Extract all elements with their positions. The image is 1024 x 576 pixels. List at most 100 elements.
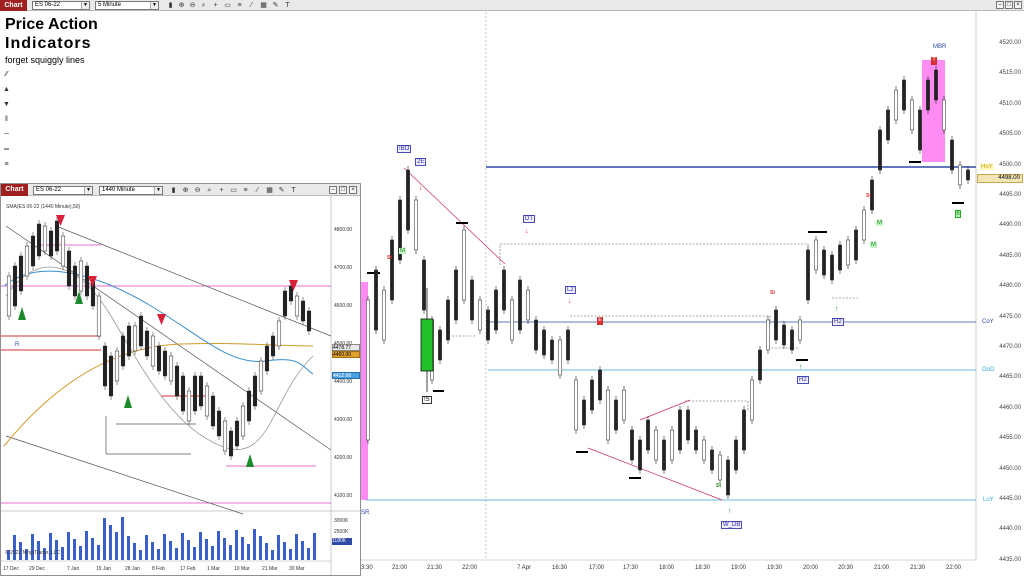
- candle-body: [534, 319, 538, 351]
- time-tick-label: 21:30: [427, 565, 443, 571]
- price-tick-label: 4455.00: [999, 435, 1021, 442]
- template-icon[interactable]: ▦: [265, 186, 274, 195]
- zoom-out-icon[interactable]: ⊖: [193, 186, 202, 195]
- volume-bar: [163, 534, 166, 560]
- inset-candle-body: [48, 230, 54, 257]
- volume-bar: [259, 536, 262, 560]
- close-icon[interactable]: ×: [349, 186, 357, 194]
- maximize-icon[interactable]: □: [339, 186, 347, 194]
- volume-bar: [139, 550, 142, 560]
- volume-bar: [247, 544, 250, 560]
- inset-candle-body: [54, 220, 60, 252]
- inset-time-tick-label: 1 Mar: [207, 566, 220, 572]
- time-tick-label: 20:30: [838, 565, 854, 571]
- time-tick-label: 19:30: [767, 565, 783, 571]
- candle-body: [942, 99, 946, 131]
- inset-candle-body: [6, 275, 12, 317]
- candle-body: [526, 289, 530, 321]
- inset-candle-body: [282, 290, 288, 317]
- ood-label: OoD: [982, 367, 995, 373]
- candle-body: [934, 69, 938, 101]
- candle-body: [886, 109, 890, 141]
- candle-body: [782, 324, 786, 346]
- text-icon[interactable]: T: [289, 186, 298, 195]
- candle-body: [862, 209, 866, 241]
- price-tick-label: 4485.00: [999, 252, 1021, 259]
- annotation-st-2: St: [770, 290, 775, 296]
- candle-body: [518, 279, 522, 331]
- drawing-icon[interactable]: ⁄: [253, 186, 262, 195]
- annotation-w-db: W_DB: [721, 521, 743, 529]
- candle-body: [502, 269, 506, 311]
- inset-candle-body: [288, 285, 294, 302]
- overlay-title-line2: Indicators: [5, 35, 92, 52]
- properties-icon[interactable]: ≡: [241, 186, 250, 195]
- copyright: © 2022 NinjaTrader, LLC: [5, 550, 61, 556]
- bar-chart-icon[interactable]: ▮: [169, 186, 178, 195]
- volume-bar: [277, 535, 280, 560]
- page-icon[interactable]: ▭: [229, 186, 238, 195]
- inset-candle-body: [78, 260, 84, 292]
- inset-candle-body: [156, 345, 162, 372]
- inset-instrument-selector[interactable]: ES 06-22 ▼: [33, 186, 93, 195]
- inset-candle-body: [126, 325, 132, 357]
- chevron-down-icon: ▼: [154, 187, 162, 194]
- candle-body: [558, 339, 562, 376]
- candle-body: [878, 129, 882, 171]
- candle-body: [438, 329, 442, 361]
- annotation-st-4: St: [716, 483, 721, 489]
- arrow-up-icon: ↑: [728, 508, 732, 515]
- candle-body: [718, 454, 722, 481]
- candle-body: [758, 349, 762, 381]
- inset-chart-tab[interactable]: Chart: [1, 184, 28, 196]
- minimize-icon[interactable]: –: [329, 186, 337, 194]
- inset-candle-body: [30, 235, 36, 267]
- candle-body: [966, 169, 970, 181]
- inset-sma-label: SMA(ES 06-22 (1440 Minute),50): [6, 204, 81, 210]
- volume-bar: [199, 532, 202, 560]
- candle-body: [462, 229, 466, 301]
- volume-bar: [271, 550, 274, 560]
- price-tick-label: 4435.00: [999, 556, 1021, 563]
- volume-bar: [73, 539, 76, 560]
- annotation-2e: 2E: [415, 158, 427, 166]
- candle-body: [806, 249, 810, 301]
- candle-body: [918, 109, 922, 151]
- inset-instrument-value: ES 06-22: [36, 187, 62, 193]
- inset-timeframe-selector[interactable]: 1440 Minute ▼: [99, 186, 163, 195]
- inset-candle-body: [66, 250, 72, 287]
- volume-bar: [151, 542, 154, 560]
- time-tick-label: 18:30: [695, 565, 711, 571]
- volume-bar: [187, 540, 190, 560]
- candle-body: [422, 259, 426, 311]
- big-bull-candle: [420, 318, 434, 372]
- vol-tick-3000k: 3000K: [334, 518, 349, 524]
- volume-bar: [157, 549, 160, 560]
- vol-tag: 1180K: [332, 538, 352, 545]
- volume-bar: [121, 517, 124, 560]
- inset-candle-body: [36, 223, 42, 257]
- candle-series: [366, 66, 970, 499]
- candle-body: [446, 299, 450, 341]
- candle-body: [702, 439, 706, 461]
- inset-time-tick-label: 8 Feb: [152, 566, 165, 572]
- arrow-down-icon: ↓: [568, 298, 572, 305]
- add-icon[interactable]: +: [217, 186, 226, 195]
- inset-candle-body: [102, 345, 108, 387]
- inset-chart-window[interactable]: Chart ES 06-22 ▼ 1440 Minute ▼ ▮ ⊕ ⊖ ⌕ +…: [0, 183, 361, 576]
- volume-bar: [301, 541, 304, 560]
- candle-body: [910, 99, 914, 131]
- annotation-h2: H2: [832, 318, 844, 326]
- inset-candle-body: [138, 315, 144, 347]
- inset-time-tick-label: 19 Jan: [96, 566, 112, 572]
- inset-candle-body: [96, 295, 102, 337]
- zoom-in-icon[interactable]: ⊕: [181, 186, 190, 195]
- time-tick-label: 18:00: [659, 565, 675, 571]
- candle-body: [654, 429, 658, 461]
- drawing-tools-icon[interactable]: ✎: [277, 186, 286, 195]
- candle-body: [366, 299, 370, 441]
- overlay-title-line1: Price Action: [5, 16, 98, 33]
- inset-candle-body: [234, 420, 240, 447]
- inset-time-tick-label: 28 Jan: [125, 566, 141, 572]
- search-icon[interactable]: ⌕: [205, 186, 214, 195]
